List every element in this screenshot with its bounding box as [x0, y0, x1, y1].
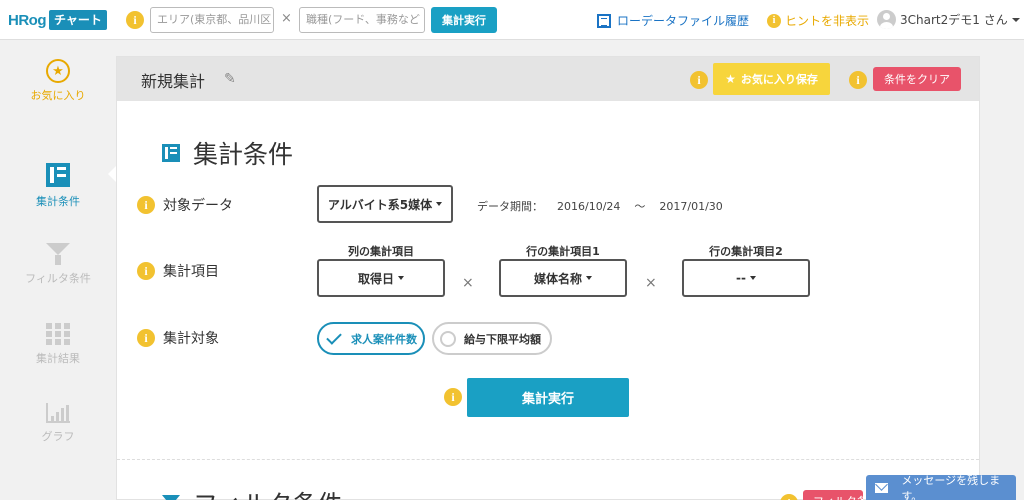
hint-label: ヒントを非表示	[785, 14, 870, 28]
user-menu[interactable]: 3Chart2デモ1 さん	[877, 10, 1020, 29]
select-value: 媒体名称	[533, 271, 582, 286]
pencil-icon[interactable]: ✎	[224, 71, 236, 87]
history-label: ローデータファイル履歴	[617, 14, 750, 28]
run-aggregation-button[interactable]: 集計実行	[467, 378, 629, 417]
user-name: 3Chart2デモ1 さん	[900, 13, 1008, 27]
page-title: 新規集計	[141, 72, 206, 91]
sidebar-item-conditions[interactable]: 集計条件	[0, 163, 116, 209]
sidebar-item-label: 集計結果	[36, 352, 80, 365]
row-item2-select[interactable]: --	[682, 259, 810, 297]
envelope-icon	[875, 482, 889, 493]
target-data-select[interactable]: アルバイト系5媒体	[317, 185, 453, 223]
sidebar-item-results[interactable]: 集計結果	[0, 323, 116, 366]
row-item1-select[interactable]: 媒体名称	[499, 259, 627, 297]
data-period: データ期間： 2016/10/24 〜 2017/01/30	[477, 198, 737, 214]
avatar	[877, 10, 896, 29]
row-item2-header: 行の集計項目2	[709, 245, 783, 258]
times-separator: ×	[462, 275, 474, 291]
message-label: メッセージを残します。	[901, 473, 1001, 500]
info-icon[interactable]: i	[137, 196, 155, 214]
info-icon[interactable]: i	[137, 329, 155, 347]
grid-icon	[46, 323, 70, 345]
star-icon: ★	[725, 72, 736, 86]
info-icon[interactable]: i	[849, 71, 867, 89]
select-value: 取得日	[357, 271, 394, 286]
times-separator: ×	[281, 11, 292, 26]
bar-chart-icon	[46, 403, 70, 423]
chevron-down-icon	[586, 276, 592, 280]
target-job-count-radio[interactable]: 求人案件件数	[317, 322, 425, 355]
chevron-down-icon	[398, 276, 404, 280]
info-icon[interactable]: i	[780, 494, 798, 500]
section-title: 集計条件	[193, 140, 294, 169]
filter-section-title: フィルタ条件	[193, 485, 343, 500]
top-bar: HRog チャート i エリア(東京都、品川区 × 職種(フード、事務など 集計…	[0, 0, 1024, 40]
period-separator: 〜	[634, 200, 646, 213]
sidebar-item-graph[interactable]: グラフ	[0, 403, 116, 444]
sidebar-item-label: グラフ	[41, 430, 75, 443]
area-search-input[interactable]: エリア(東京都、品川区	[150, 7, 274, 33]
check-icon	[326, 328, 342, 345]
list-icon	[162, 144, 180, 162]
radio-circle-icon	[440, 330, 456, 347]
radio-label: 求人案件件数	[351, 332, 417, 346]
target-salary-average-radio[interactable]: 給与下限平均額	[432, 322, 552, 355]
caret-down-icon[interactable]	[162, 495, 180, 500]
sidebar-item-filter[interactable]: フィルタ条件	[0, 243, 116, 286]
job-search-input[interactable]: 職種(フード、事務など	[299, 7, 425, 33]
period-from: 2016/10/24	[557, 200, 621, 213]
row-item1-header: 行の集計項目1	[526, 245, 600, 258]
logo-badge: チャート	[49, 10, 107, 30]
target-data-label: 対象データ	[163, 198, 233, 214]
info-icon[interactable]: i	[690, 71, 708, 89]
divider	[117, 459, 979, 460]
chevron-down-icon	[749, 276, 756, 280]
select-value: --	[736, 271, 746, 285]
save-favorite-button[interactable]: ★ お気に入り保存	[713, 63, 830, 95]
hide-hint-link[interactable]: i ヒントを非表示	[767, 12, 869, 29]
history-link[interactable]: ローデータファイル履歴	[597, 12, 749, 29]
sidebar-item-label: フィルタ条件	[25, 272, 91, 285]
times-separator: ×	[645, 275, 657, 291]
main-panel: 新規集計 ✎ i ★ お気に入り保存 i 条件をクリア 集計条件 i 対象データ…	[116, 56, 980, 500]
chevron-down-icon	[436, 202, 443, 206]
info-icon[interactable]: i	[444, 388, 462, 406]
message-widget[interactable]: メッセージを残します。	[866, 473, 1016, 500]
app-logo[interactable]: HRog チャート	[8, 9, 107, 31]
file-list-icon	[597, 13, 611, 28]
info-icon[interactable]: i	[137, 262, 155, 280]
logo-text: HRog	[8, 11, 47, 29]
star-icon: ★	[46, 59, 70, 83]
column-item-select[interactable]: 取得日	[317, 259, 445, 297]
clear-conditions-button[interactable]: 条件をクリア	[873, 67, 961, 91]
save-favorite-label: お気に入り保存	[740, 73, 818, 86]
aggregation-items-label: 集計項目	[163, 264, 219, 280]
sidebar: ★ お気に入り 集計条件 フィルタ条件 集計結果 グラフ	[0, 41, 117, 500]
panel-header: 新規集計 ✎ i ★ お気に入り保存 i 条件をクリア	[117, 57, 979, 101]
list-icon	[46, 163, 70, 187]
select-value: アルバイト系5媒体	[327, 197, 433, 212]
sidebar-item-label: お気に入り	[30, 89, 86, 102]
aggregation-target-label: 集計対象	[163, 331, 219, 347]
radio-label: 給与下限平均額	[464, 332, 541, 346]
sidebar-item-label: 集計条件	[36, 195, 80, 208]
chevron-down-icon	[1011, 17, 1020, 22]
sidebar-item-favorites[interactable]: ★ お気に入り	[0, 59, 116, 103]
column-item-header: 列の集計項目	[348, 245, 414, 258]
info-icon[interactable]: i	[126, 11, 144, 29]
period-to: 2017/01/30	[659, 200, 723, 213]
clear-filter-button[interactable]: フィルタ条件	[803, 490, 863, 500]
funnel-icon	[46, 243, 70, 255]
header-run-button[interactable]: 集計実行	[431, 7, 497, 33]
period-label: データ期間：	[477, 200, 543, 213]
info-icon: i	[767, 13, 781, 28]
